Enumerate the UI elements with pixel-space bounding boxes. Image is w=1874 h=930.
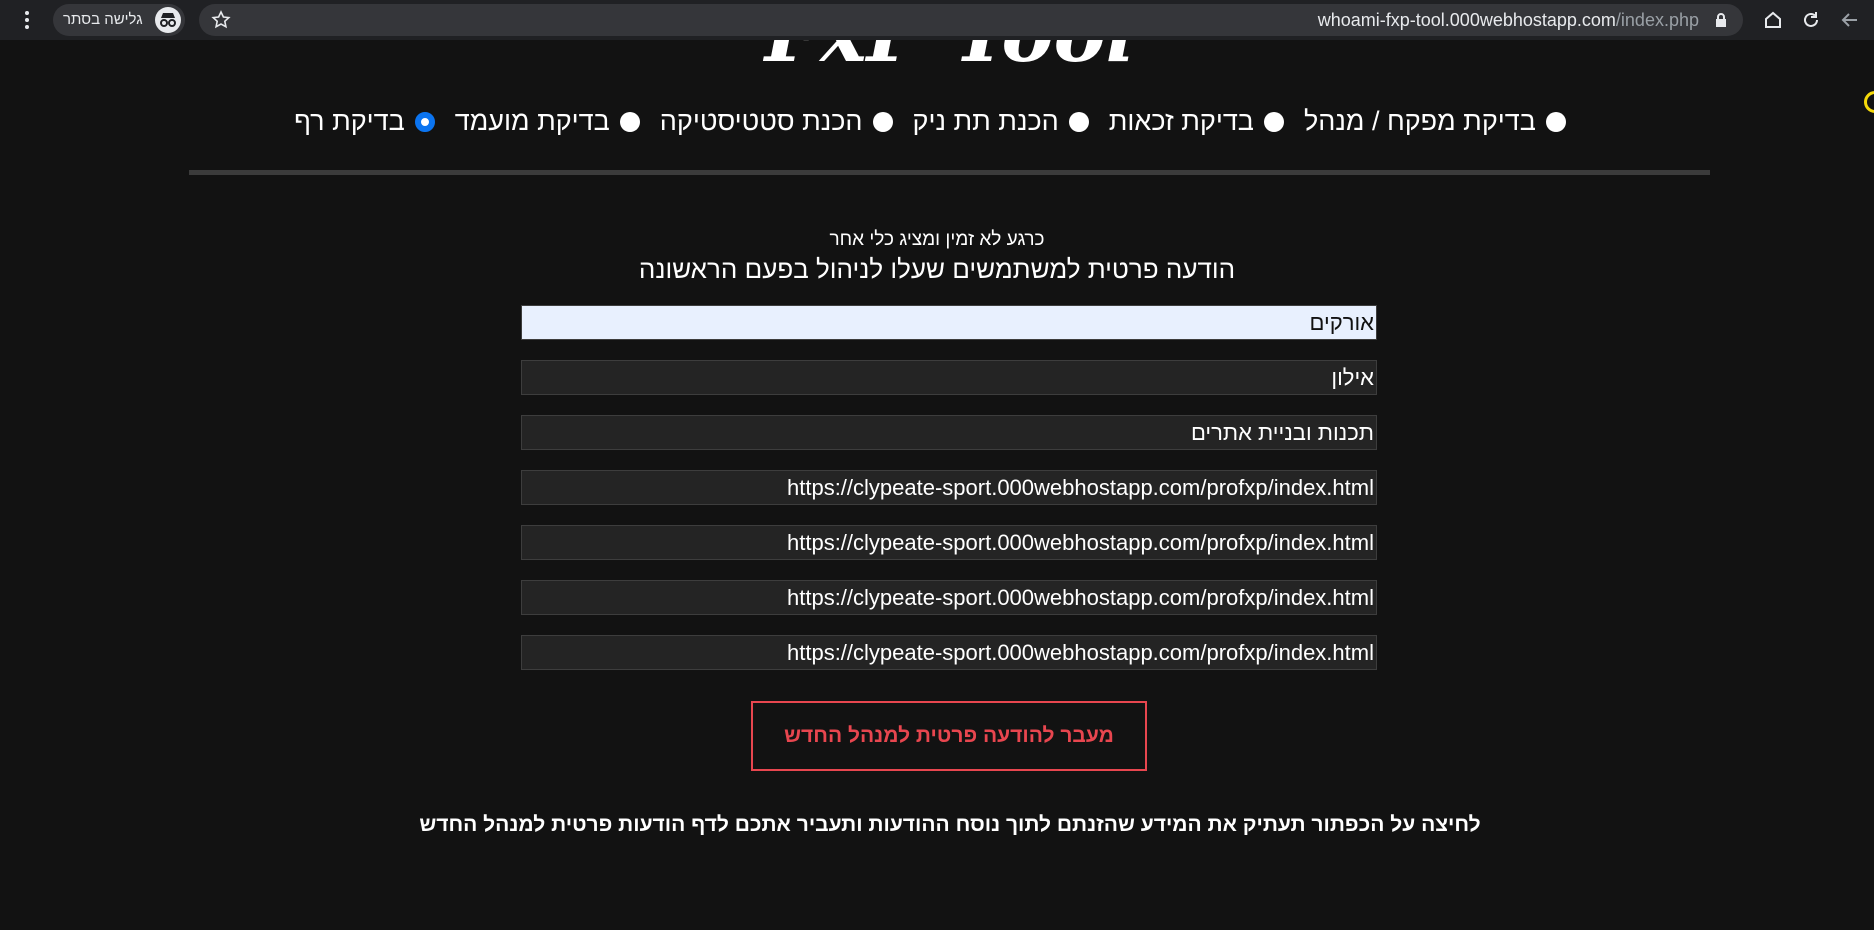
input-field-2[interactable]: אילון [521, 360, 1377, 395]
availability-notice: כרגע לא זמין ומציג כלי אחר [829, 229, 1045, 250]
radio-button[interactable] [1545, 111, 1566, 132]
site-logo: FxP Tool [760, 40, 1140, 74]
radio-button[interactable] [1068, 111, 1089, 132]
input-field-1[interactable]: אורקים [521, 305, 1377, 340]
bookmark-star-icon[interactable] [211, 10, 231, 30]
input-field-7[interactable]: https://clypeate-sport.000webhostapp.com… [521, 635, 1377, 670]
home-icon[interactable] [1759, 6, 1787, 34]
reload-icon[interactable] [1797, 6, 1825, 34]
address-bar[interactable]: whoami-fxp-tool.000webhostapp.com/index.… [199, 4, 1743, 36]
more-menu-icon[interactable] [13, 6, 41, 34]
send-private-message-button[interactable]: מעבר להודעה פרטית למנהל החדש [751, 701, 1147, 771]
incognito-badge[interactable]: גלישה בסתר [53, 4, 185, 36]
incognito-label: גלישה בסתר [63, 11, 143, 28]
radio-option-candidate-check[interactable]: בדיקת מועמד [455, 106, 640, 137]
input-field-6[interactable]: https://clypeate-sport.000webhostapp.com… [521, 580, 1377, 615]
radio-button[interactable] [1263, 111, 1284, 132]
section-divider [189, 170, 1710, 175]
radio-option-subnick[interactable]: הכנת תת ניק [913, 106, 1089, 137]
form-title: הודעה פרטית למשתמשים שעלו לניהול בפעם הר… [638, 254, 1236, 284]
lock-icon[interactable] [1713, 12, 1729, 28]
radio-label: בדיקת מפקח / מנהל [1303, 106, 1536, 136]
radio-option-eligibility-check[interactable]: בדיקת זכאות [1109, 106, 1284, 137]
url-text[interactable]: whoami-fxp-tool.000webhostapp.com/index.… [1318, 10, 1699, 31]
back-arrow-icon[interactable] [1836, 6, 1864, 34]
browser-toolbar: whoami-fxp-tool.000webhostapp.com/index.… [0, 0, 1874, 40]
radio-label: בדיקת רף [294, 106, 405, 136]
cursor-highlight-icon [1864, 91, 1874, 113]
input-field-4[interactable]: https://clypeate-sport.000webhostapp.com… [521, 470, 1377, 505]
tool-selector: בדיקת מפקח / מנהל בדיקת זכאות הכנת תת ני… [280, 106, 1580, 137]
logo-text: FxP Tool [760, 40, 1140, 74]
incognito-icon [155, 7, 181, 33]
radio-option-statistics[interactable]: הכנת סטטיסטיקה [660, 106, 893, 137]
radio-label: הכנת תת ניק [912, 106, 1059, 136]
input-field-5[interactable]: https://clypeate-sport.000webhostapp.com… [521, 525, 1377, 560]
instructions-note: לחיצה על הכפתור תעתיק את המידע שהזנתם לת… [419, 813, 1481, 836]
radio-option-supervisor-check[interactable]: בדיקת מפקח / מנהל [1304, 106, 1566, 137]
radio-button[interactable] [872, 111, 893, 132]
input-field-3[interactable]: תכנות ובניית אתרים [521, 415, 1377, 450]
radio-option-threshold-check[interactable]: בדיקת רף [294, 106, 435, 137]
radio-label: הכנת סטטיסטיקה [659, 106, 863, 136]
radio-button-selected[interactable] [414, 111, 435, 132]
radio-label: בדיקת זכאות [1108, 106, 1254, 136]
radio-label: בדיקת מועמד [454, 106, 610, 136]
radio-button[interactable] [619, 111, 640, 132]
